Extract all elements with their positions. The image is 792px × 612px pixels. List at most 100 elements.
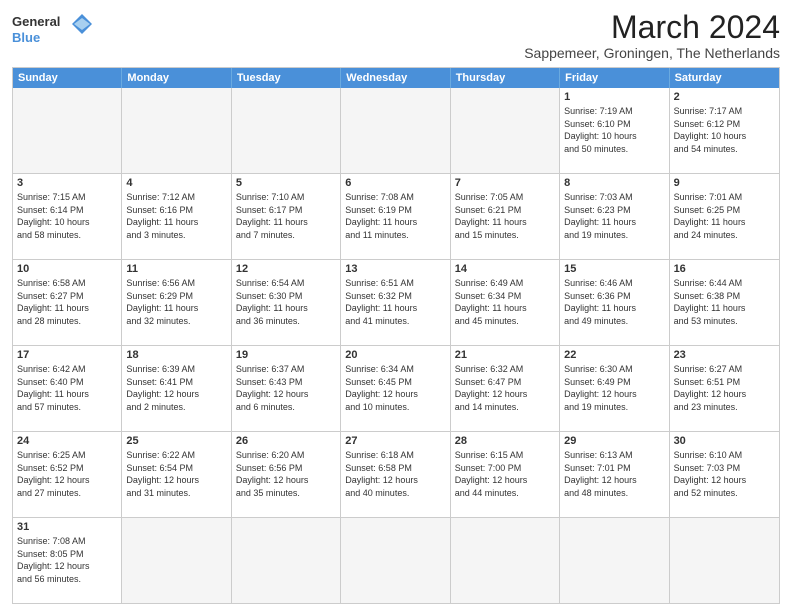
day-number: 13 <box>345 263 445 275</box>
day-number: 16 <box>674 263 775 275</box>
calendar-cell: 13 Sunrise: 6:51 AM Sunset: 6:32 PM Dayli… <box>341 260 450 345</box>
calendar-cell <box>13 88 122 173</box>
calendar-cell <box>122 88 231 173</box>
header: General Blue March 2024 Sappemeer, Groni… <box>12 10 780 61</box>
day-number: 6 <box>345 177 445 189</box>
day-info: Sunrise: 6:34 AM Sunset: 6:45 PM Dayligh… <box>345 363 445 413</box>
calendar-header: Sunday Monday Tuesday Wednesday Thursday… <box>13 68 779 88</box>
calendar-subtitle: Sappemeer, Groningen, The Netherlands <box>524 45 780 61</box>
day-number: 11 <box>126 263 226 275</box>
day-number: 23 <box>674 349 775 361</box>
day-info: Sunrise: 6:22 AM Sunset: 6:54 PM Dayligh… <box>126 449 226 499</box>
calendar-cell: 6 Sunrise: 7:08 AM Sunset: 6:19 PM Daylig… <box>341 174 450 259</box>
day-info: Sunrise: 7:03 AM Sunset: 6:23 PM Dayligh… <box>564 191 664 241</box>
calendar-cell: 28 Sunrise: 6:15 AM Sunset: 7:00 PM Dayli… <box>451 432 560 517</box>
calendar-cell: 29 Sunrise: 6:13 AM Sunset: 7:01 PM Dayli… <box>560 432 669 517</box>
day-info: Sunrise: 6:13 AM Sunset: 7:01 PM Dayligh… <box>564 449 664 499</box>
day-number: 22 <box>564 349 664 361</box>
calendar-cell: 12Sunrise: 6:54 AM Sunset: 6:30 PM Dayli… <box>232 260 341 345</box>
day-number: 25 <box>126 435 226 447</box>
header-wednesday: Wednesday <box>341 68 450 88</box>
header-saturday: Saturday <box>670 68 779 88</box>
calendar-cell: 31Sunrise: 7:08 AM Sunset: 8:05 PM Dayli… <box>13 518 122 603</box>
day-number: 2 <box>674 91 775 103</box>
day-number: 30 <box>674 435 775 447</box>
day-info: Sunrise: 6:42 AM Sunset: 6:40 PM Dayligh… <box>17 363 117 413</box>
day-info: Sunrise: 6:49 AM Sunset: 6:34 PM Dayligh… <box>455 277 555 327</box>
day-number: 27 <box>345 435 445 447</box>
calendar-title: March 2024 <box>524 10 780 45</box>
day-number: 14 <box>455 263 555 275</box>
calendar-cell: 22 Sunrise: 6:30 AM Sunset: 6:49 PM Dayli… <box>560 346 669 431</box>
title-block: March 2024 Sappemeer, Groningen, The Net… <box>524 10 780 61</box>
calendar-cell: 18 Sunrise: 6:39 AM Sunset: 6:41 PM Dayli… <box>122 346 231 431</box>
day-number: 8 <box>564 177 664 189</box>
calendar-cell <box>451 88 560 173</box>
logo-svg: General Blue <box>12 10 92 50</box>
header-tuesday: Tuesday <box>232 68 341 88</box>
day-info: Sunrise: 6:15 AM Sunset: 7:00 PM Dayligh… <box>455 449 555 499</box>
header-thursday: Thursday <box>451 68 560 88</box>
day-info: Sunrise: 7:10 AM Sunset: 6:17 PM Dayligh… <box>236 191 336 241</box>
calendar-cell: 15Sunrise: 6:46 AM Sunset: 6:36 PM Dayli… <box>560 260 669 345</box>
day-number: 4 <box>126 177 226 189</box>
calendar-cell: 14 Sunrise: 6:49 AM Sunset: 6:34 PM Dayli… <box>451 260 560 345</box>
day-info: Sunrise: 7:19 AM Sunset: 6:10 PM Dayligh… <box>564 105 664 155</box>
header-sunday: Sunday <box>13 68 122 88</box>
day-info: Sunrise: 6:37 AM Sunset: 6:43 PM Dayligh… <box>236 363 336 413</box>
day-info: Sunrise: 6:25 AM Sunset: 6:52 PM Dayligh… <box>17 449 117 499</box>
calendar-cell <box>122 518 231 603</box>
calendar-row: 24Sunrise: 6:25 AM Sunset: 6:52 PM Dayli… <box>13 431 779 517</box>
calendar-cell: 27 Sunrise: 6:18 AM Sunset: 6:58 PM Dayli… <box>341 432 450 517</box>
calendar-cell: 1Sunrise: 7:19 AM Sunset: 6:10 PM Daylig… <box>560 88 669 173</box>
day-info: Sunrise: 7:15 AM Sunset: 6:14 PM Dayligh… <box>17 191 117 241</box>
calendar-cell: 19 Sunrise: 6:37 AM Sunset: 6:43 PM Dayli… <box>232 346 341 431</box>
calendar-cell <box>670 518 779 603</box>
day-info: Sunrise: 6:54 AM Sunset: 6:30 PM Dayligh… <box>236 277 336 327</box>
calendar-cell: 23Sunrise: 6:27 AM Sunset: 6:51 PM Dayli… <box>670 346 779 431</box>
calendar-cell <box>341 518 450 603</box>
calendar-cell: 10 Sunrise: 6:58 AM Sunset: 6:27 PM Dayli… <box>13 260 122 345</box>
day-info: Sunrise: 6:51 AM Sunset: 6:32 PM Dayligh… <box>345 277 445 327</box>
calendar-cell <box>232 518 341 603</box>
calendar-row: 1Sunrise: 7:19 AM Sunset: 6:10 PM Daylig… <box>13 88 779 173</box>
calendar-cell: 24Sunrise: 6:25 AM Sunset: 6:52 PM Dayli… <box>13 432 122 517</box>
calendar-cell <box>560 518 669 603</box>
calendar-row: 17 Sunrise: 6:42 AM Sunset: 6:40 PM Dayli… <box>13 345 779 431</box>
calendar-row: 3 Sunrise: 7:15 AM Sunset: 6:14 PM Daylig… <box>13 173 779 259</box>
calendar-cell: 9Sunrise: 7:01 AM Sunset: 6:25 PM Daylig… <box>670 174 779 259</box>
svg-text:General: General <box>12 14 60 29</box>
day-info: Sunrise: 7:05 AM Sunset: 6:21 PM Dayligh… <box>455 191 555 241</box>
day-info: Sunrise: 7:08 AM Sunset: 6:19 PM Dayligh… <box>345 191 445 241</box>
calendar-cell: 4 Sunrise: 7:12 AM Sunset: 6:16 PM Daylig… <box>122 174 231 259</box>
day-number: 28 <box>455 435 555 447</box>
day-info: Sunrise: 6:18 AM Sunset: 6:58 PM Dayligh… <box>345 449 445 499</box>
calendar-cell: 16Sunrise: 6:44 AM Sunset: 6:38 PM Dayli… <box>670 260 779 345</box>
calendar-cell: 25 Sunrise: 6:22 AM Sunset: 6:54 PM Dayli… <box>122 432 231 517</box>
day-number: 3 <box>17 177 117 189</box>
day-info: Sunrise: 6:58 AM Sunset: 6:27 PM Dayligh… <box>17 277 117 327</box>
calendar-row: 10 Sunrise: 6:58 AM Sunset: 6:27 PM Dayli… <box>13 259 779 345</box>
day-info: Sunrise: 7:12 AM Sunset: 6:16 PM Dayligh… <box>126 191 226 241</box>
day-number: 18 <box>126 349 226 361</box>
day-info: Sunrise: 6:30 AM Sunset: 6:49 PM Dayligh… <box>564 363 664 413</box>
day-info: Sunrise: 6:39 AM Sunset: 6:41 PM Dayligh… <box>126 363 226 413</box>
day-number: 10 <box>17 263 117 275</box>
day-number: 5 <box>236 177 336 189</box>
calendar: Sunday Monday Tuesday Wednesday Thursday… <box>12 67 780 604</box>
calendar-cell <box>451 518 560 603</box>
calendar-row: 31Sunrise: 7:08 AM Sunset: 8:05 PM Dayli… <box>13 517 779 603</box>
day-number: 29 <box>564 435 664 447</box>
calendar-cell: 8 Sunrise: 7:03 AM Sunset: 6:23 PM Daylig… <box>560 174 669 259</box>
day-number: 21 <box>455 349 555 361</box>
calendar-cell: 20 Sunrise: 6:34 AM Sunset: 6:45 PM Dayli… <box>341 346 450 431</box>
day-number: 7 <box>455 177 555 189</box>
calendar-cell: 30Sunrise: 6:10 AM Sunset: 7:03 PM Dayli… <box>670 432 779 517</box>
calendar-cell: 5 Sunrise: 7:10 AM Sunset: 6:17 PM Daylig… <box>232 174 341 259</box>
day-number: 20 <box>345 349 445 361</box>
day-info: Sunrise: 6:20 AM Sunset: 6:56 PM Dayligh… <box>236 449 336 499</box>
calendar-cell: 11Sunrise: 6:56 AM Sunset: 6:29 PM Dayli… <box>122 260 231 345</box>
day-number: 17 <box>17 349 117 361</box>
day-number: 19 <box>236 349 336 361</box>
header-monday: Monday <box>122 68 231 88</box>
